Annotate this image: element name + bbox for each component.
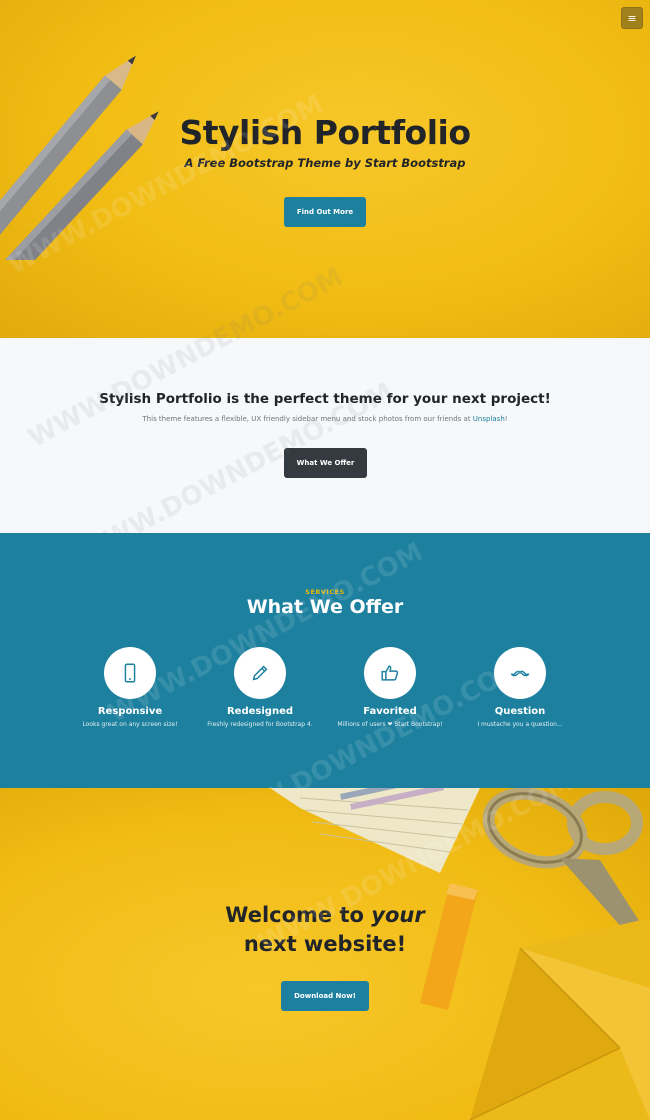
- about-text-end: !: [504, 415, 508, 423]
- about-section: Stylish Portfolio is the perfect theme f…: [0, 262, 650, 569]
- unsplash-link[interactable]: Unsplash: [473, 415, 505, 423]
- service-desc: Millions of users ❤ Start Bootstrap!: [337, 721, 443, 728]
- hero-section: ≡ Stylish Portfolio A Free Bootstrap The…: [0, 0, 650, 338]
- hero-content: Stylish Portfolio A Free Bootstrap Theme…: [0, 113, 650, 170]
- mustache-icon: [510, 670, 530, 677]
- find-out-more-button[interactable]: Find Out More: [284, 197, 366, 227]
- service-name: Question: [494, 706, 546, 717]
- service-desc: Freshly redesigned for Bootstrap 4.: [207, 721, 313, 728]
- callout-title: Welcome to your next website!: [0, 901, 650, 959]
- service-favorited: Favorited Millions of users ❤ Start Boot…: [325, 647, 455, 728]
- callout-title-prefix: Welcome to: [225, 903, 372, 927]
- service-question: Question I mustache you a question...: [455, 647, 585, 728]
- service-name: Responsive: [97, 706, 163, 717]
- service-responsive: Responsive Looks great on any screen siz…: [65, 647, 195, 728]
- service-desc: Looks great on any screen size!: [82, 721, 178, 728]
- service-icon-circle: [104, 647, 156, 699]
- service-name: Favorited: [363, 706, 417, 717]
- service-desc: I mustache you a question...: [477, 721, 563, 728]
- service-icon-circle: [364, 647, 416, 699]
- callout-title-emphasis: your: [371, 903, 425, 927]
- service-name: Redesigned: [226, 706, 294, 717]
- hero-subtitle: A Free Bootstrap Theme by Start Bootstra…: [184, 156, 466, 170]
- what-we-offer-button[interactable]: What We Offer: [284, 448, 367, 478]
- about-text: This theme features a flexible, UX frien…: [0, 415, 650, 423]
- about-text-body: This theme features a flexible, UX frien…: [142, 415, 473, 423]
- menu-toggle-button[interactable]: ≡: [621, 7, 643, 29]
- service-redesigned: Redesigned Freshly redesigned for Bootst…: [195, 647, 325, 728]
- mobile-phone-icon: [124, 663, 136, 683]
- thumbs-up-icon: [381, 665, 399, 681]
- services-title: What We Offer: [246, 596, 404, 618]
- about-title: Stylish Portfolio is the perfect theme f…: [99, 391, 551, 407]
- download-now-button[interactable]: Download Now!: [281, 981, 369, 1011]
- pencil-icon: [252, 665, 268, 681]
- callout-section: Welcome to your next website! Download No…: [0, 788, 650, 1120]
- callout-title-line2: next website!: [243, 932, 407, 956]
- hamburger-icon: ≡: [627, 11, 637, 25]
- services-section: SERVICES What We Offer Responsive Looks …: [0, 533, 650, 844]
- service-icon-circle: [494, 647, 546, 699]
- services-kicker: SERVICES: [305, 588, 345, 596]
- hero-title: Stylish Portfolio: [179, 113, 471, 152]
- service-icon-circle: [234, 647, 286, 699]
